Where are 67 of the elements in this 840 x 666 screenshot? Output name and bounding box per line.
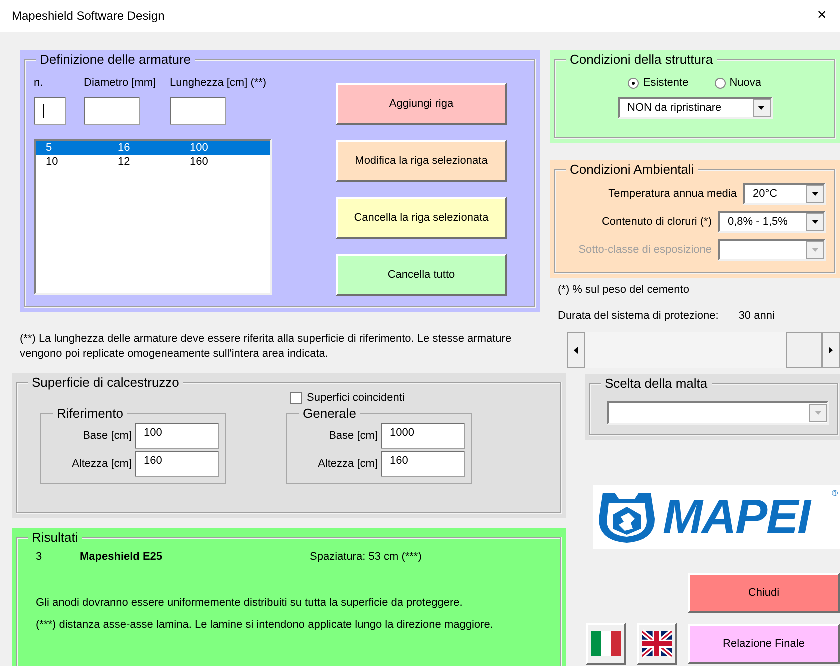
caret-icon [814, 411, 822, 415]
input-field[interactable] [34, 97, 66, 125]
field-label: Base [cm] [329, 430, 378, 442]
panel-title: Scelta della malta [604, 376, 709, 391]
input-field[interactable]: 160 [135, 451, 219, 477]
caret-icon [812, 192, 818, 196]
action-button[interactable]: Cancella tutto [336, 254, 507, 296]
window-title: Mapeshield Software Design [12, 9, 165, 23]
field-label: Base [cm] [83, 430, 132, 442]
result-text: (***) distanza asse-asse lamina. Le lamine si intendono applicate lungo la direzione maggiore. [36, 619, 494, 631]
caret-icon [812, 248, 818, 252]
final-report-button[interactable]: Relazione Finale [688, 624, 840, 664]
arrow-left-icon [574, 346, 578, 354]
field-label: n. [34, 77, 44, 89]
input-field[interactable]: 1000 [381, 423, 465, 449]
scroll-bar[interactable] [567, 332, 840, 368]
close-dialog-button[interactable]: Chiudi [688, 573, 840, 613]
field-label: Diametro [mm] [84, 77, 158, 89]
field-label: Lunghezza [cm] (**) [170, 77, 268, 89]
spacing-text: Spaziatura: 53 cm (***) [310, 551, 422, 563]
panel-title: Condizioni Ambientali [569, 162, 696, 177]
close-button[interactable]: × [804, 7, 840, 25]
italian-flag-button[interactable] [586, 623, 626, 665]
logo-text: MAPEI [663, 490, 810, 544]
duration-value: 30 anni [738, 310, 775, 322]
radio-option[interactable]: Esistente [628, 77, 689, 89]
panel-title: Condizioni della struttura [569, 52, 714, 67]
input-field[interactable]: 100 [135, 423, 219, 449]
panel-title: Risultati [31, 530, 80, 545]
footnote-text: (*) % sul peso del cemento [558, 284, 690, 296]
dropdown[interactable]: NON da ripristinare [618, 97, 772, 119]
uk-flag-icon [642, 629, 672, 659]
checkbox[interactable]: Superfici coincidenti [290, 392, 552, 404]
field-label: Sotto-classe di esposizione [578, 244, 712, 256]
input-field[interactable]: 160 [381, 451, 465, 477]
group-title: Generale [302, 406, 358, 421]
italy-flag-icon [591, 629, 621, 659]
radio-option[interactable]: Nuova [714, 77, 762, 89]
uk-flag-button[interactable] [637, 623, 677, 665]
field-label: Altezza [cm] [318, 458, 378, 470]
panel-title: Definizione delle armature [39, 52, 192, 67]
product-name: Mapeshield E25 [80, 551, 164, 563]
list-box[interactable]: 5 16 100 10 12 160 [34, 139, 272, 295]
field-label: Temperatura annua media [608, 188, 737, 200]
scroll-thumb[interactable] [786, 332, 822, 368]
group-title: Riferimento [56, 406, 124, 421]
action-button[interactable]: Aggiungi riga [336, 83, 507, 125]
action-button[interactable]: Cancella la riga selezionata [336, 197, 507, 239]
note-text: (**) La lunghezza delle armature deve essere riferita alla superficie di riferimento. Le stesse armature vengono poi replicate omogeneamente sull'intera area indicata. [20, 332, 513, 362]
input-field[interactable] [170, 97, 226, 125]
dropdown[interactable] [718, 239, 826, 261]
result-count: 3 [36, 551, 44, 563]
dropdown[interactable]: 20°C [743, 183, 826, 205]
input-field[interactable] [84, 97, 140, 125]
list-row[interactable]: 10 12 160 [36, 155, 270, 169]
caret-icon [758, 106, 765, 110]
list-row[interactable]: 5 16 100 [36, 141, 270, 155]
arrow-right-icon [829, 346, 833, 354]
duration-label: Durata del sistema di protezione: [558, 310, 719, 322]
field-label: Altezza [cm] [72, 458, 132, 470]
action-button[interactable]: Modifica la riga selezionata [336, 140, 507, 182]
registered-mark: ® [832, 489, 838, 498]
panel-title: Superficie di calcestruzzo [31, 375, 180, 390]
caret-icon [812, 220, 818, 224]
field-label: Contenuto di cloruri (*) [602, 216, 712, 228]
dropdown[interactable]: 0,8% - 1,5% [718, 211, 826, 233]
result-text: Gli anodi dovranno essere uniformemente distribuiti su tutta la superficie da proteggere. [36, 597, 464, 609]
